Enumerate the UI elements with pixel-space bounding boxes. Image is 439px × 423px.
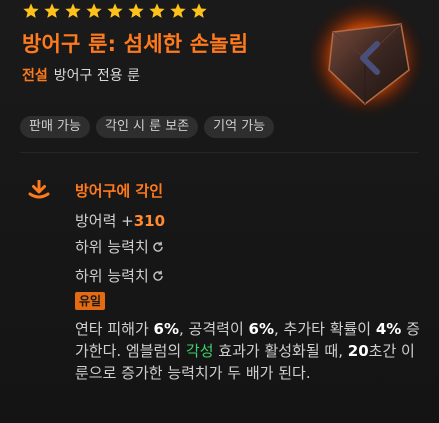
engrave-section-title: 방어구에 각인 — [75, 182, 164, 200]
desc-text: , 추가타 확률이 — [274, 320, 376, 338]
refresh-icon[interactable] — [152, 268, 164, 281]
sub-stat-1: 하위 능력치 — [75, 236, 164, 257]
desc-text: , 공격력이 — [179, 320, 249, 338]
item-grade: 전설 — [22, 68, 48, 84]
desc-value: 6% — [248, 320, 274, 338]
sub-stat-1-label: 하위 능력치 — [75, 238, 149, 256]
rune-description: 연타 피해가 6%, 공격력이 6%, 추가타 확률이 4% 증가한다. 엠블럼… — [75, 318, 425, 384]
desc-value: 20 — [347, 342, 369, 360]
tag-rune-preserve: 각인 시 룬 보존 — [95, 116, 199, 138]
star-icon — [148, 2, 166, 20]
item-title: 방어구 룬: 섬세한 손놀림 — [22, 32, 249, 56]
item-tooltip: 방어구 룬: 섬세한 손놀림 전설 방어구 전용 룬 판매 가능 각인 시 룬 … — [0, 0, 439, 423]
star-rating — [22, 2, 208, 22]
star-icon — [127, 2, 145, 20]
tag-sellable: 판매 가능 — [20, 116, 90, 138]
rune-gem-icon — [305, 0, 427, 118]
desc-value: 6% — [153, 320, 180, 338]
unique-badge: 유일 — [75, 292, 106, 310]
sub-stat-2-label: 하위 능력치 — [75, 267, 149, 285]
star-icon — [22, 2, 40, 20]
defense-value: 310 — [133, 212, 166, 230]
star-icon — [85, 2, 103, 20]
desc-value: 4% — [375, 320, 402, 338]
tag-list: 판매 가능 각인 시 룬 보존 기억 가능 — [20, 116, 275, 138]
desc-text: 효과가 활성화될 때, — [213, 342, 348, 360]
desc-keyword: 각성 — [185, 342, 214, 360]
item-type: 방어구 전용 룬 — [53, 68, 140, 84]
defense-stat: 방어력 +310 — [75, 210, 165, 231]
star-icon — [106, 2, 124, 20]
download-arrow-icon — [28, 179, 50, 200]
desc-text: 연타 피해가 — [75, 320, 154, 338]
star-icon — [43, 2, 61, 20]
star-icon — [190, 2, 208, 20]
star-icon — [169, 2, 187, 20]
sub-stat-2: 하위 능력치 — [75, 265, 164, 286]
item-subtitle: 전설 방어구 전용 룬 — [22, 65, 140, 85]
tag-memorable: 기억 가능 — [204, 116, 275, 138]
defense-label: 방어력 + — [75, 212, 134, 230]
star-icon — [64, 2, 82, 20]
refresh-icon[interactable] — [152, 239, 164, 252]
divider — [20, 152, 419, 153]
